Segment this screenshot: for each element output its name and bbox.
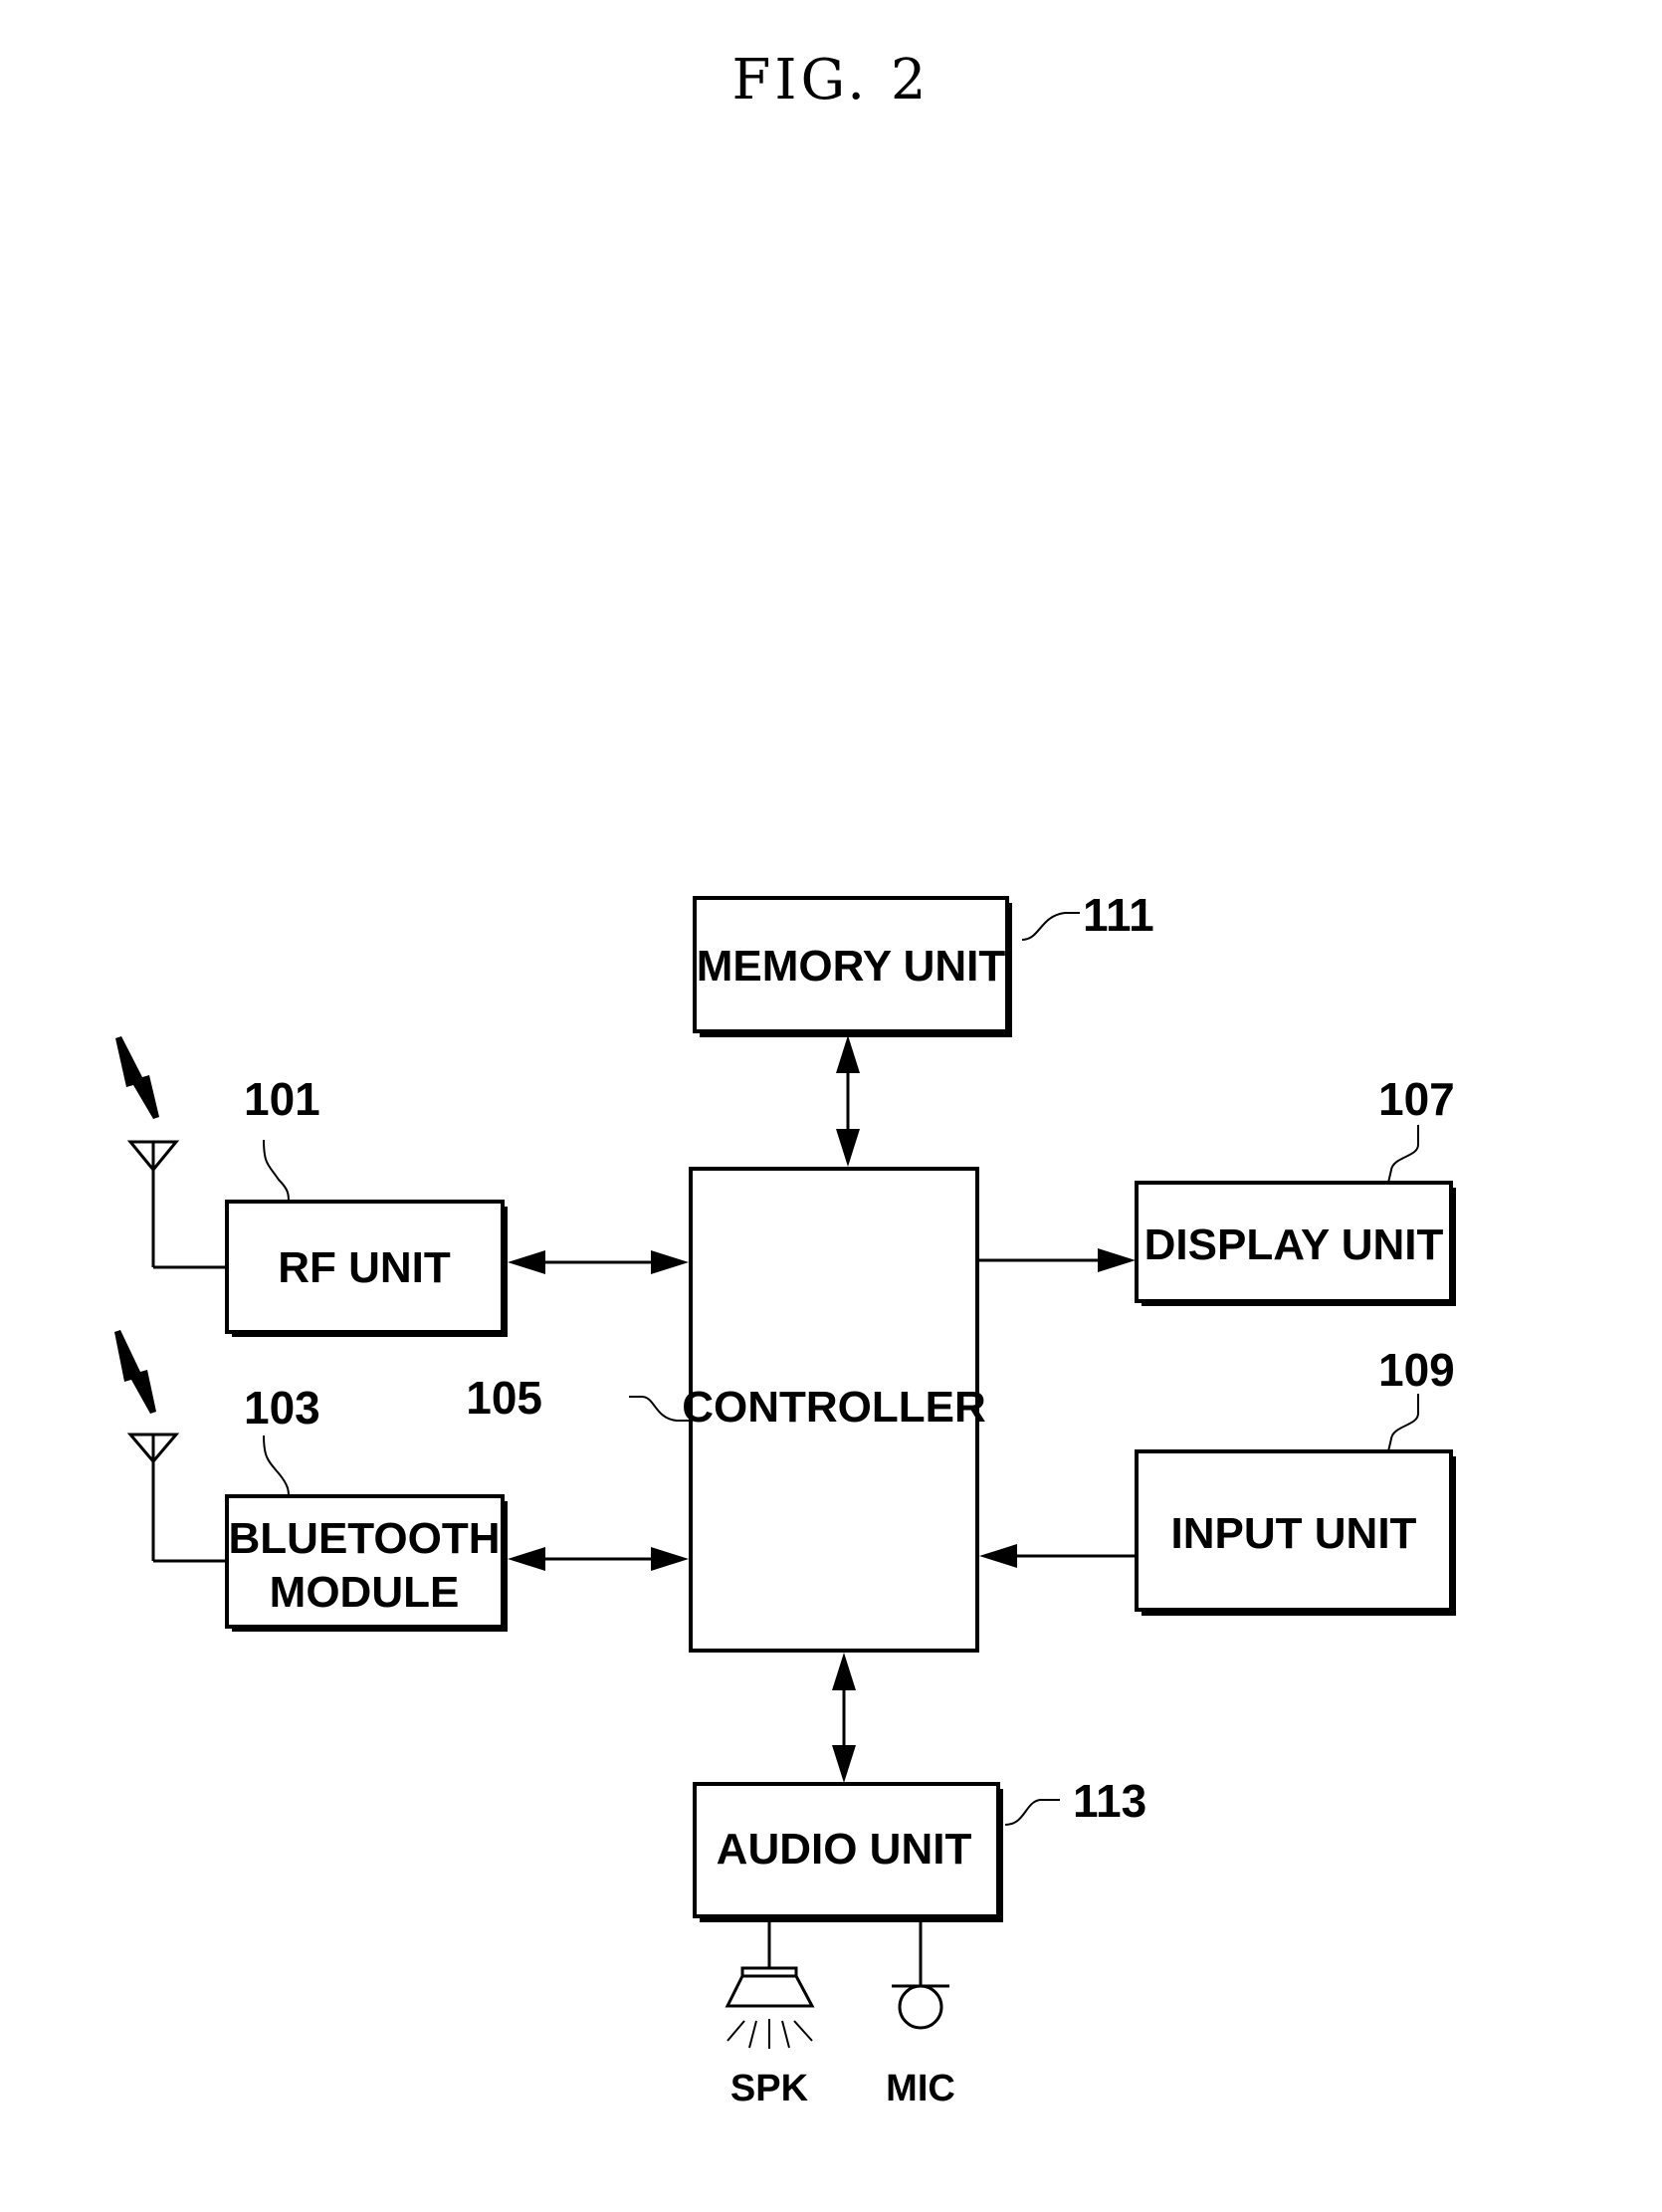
memory-unit-block: MEMORY UNIT [693,896,1012,1037]
rf-controller-arrow [508,1250,689,1274]
memory-controller-arrow [836,1035,860,1167]
antenna-icon [126,1140,227,1269]
lightning-signal-icon [114,1330,156,1414]
input-ref-leader [1387,1394,1419,1452]
audio-ref-leader [1004,1799,1060,1826]
controller-label: CONTROLLER [682,1383,986,1432]
audio-unit-label: AUDIO UNIT [717,1825,972,1874]
bluetooth-module-block: BLUETOOTH MODULE [225,1494,508,1632]
controller-display-arrow [978,1248,1136,1272]
bluetooth-controller-arrow [508,1547,689,1571]
lightning-signal-icon [115,1036,159,1119]
input-controller-arrow [979,1544,1136,1568]
display-unit-block: DISPLAY UNIT [1135,1181,1456,1306]
memory-ref-leader [1021,912,1080,941]
display-unit-label: DISPLAY UNIT [1144,1220,1444,1269]
microphone-icon [892,1919,949,2030]
bluetooth-ref-number: 103 [244,1382,320,1434]
bluetooth-label-line2: MODULE [270,1568,460,1617]
speaker-icon [725,1919,815,2049]
speaker-label: SPK [730,2068,809,2109]
input-unit-block: INPUT UNIT [1135,1449,1456,1616]
rf-unit-label: RF UNIT [278,1243,451,1292]
input-ref-number: 109 [1378,1344,1455,1396]
bluetooth-ref-leader [263,1435,290,1497]
rf-ref-number: 101 [244,1073,320,1125]
block-diagram: MEMORY UNIT 111 CONTROLLER 105 RF UNIT 1… [114,889,1456,2109]
microphone-label: MIC [886,2068,955,2109]
controller-block: CONTROLLER [682,1167,986,1653]
controller-ref-leader [629,1396,690,1422]
bluetooth-label-line1: BLUETOOTH [229,1514,501,1563]
rf-ref-leader [263,1139,290,1203]
controller-ref-number: 105 [466,1372,542,1424]
display-ref-number: 107 [1378,1073,1455,1125]
antenna-icon [126,1433,227,1563]
input-unit-label: INPUT UNIT [1171,1509,1417,1558]
display-ref-leader [1387,1125,1419,1184]
memory-unit-label: MEMORY UNIT [697,942,1006,991]
memory-ref-number: 111 [1083,889,1154,941]
controller-audio-arrow [832,1653,856,1783]
audio-ref-number: 113 [1073,1775,1146,1827]
audio-unit-block: AUDIO UNIT [693,1782,1003,1922]
rf-unit-block: RF UNIT [225,1200,508,1337]
